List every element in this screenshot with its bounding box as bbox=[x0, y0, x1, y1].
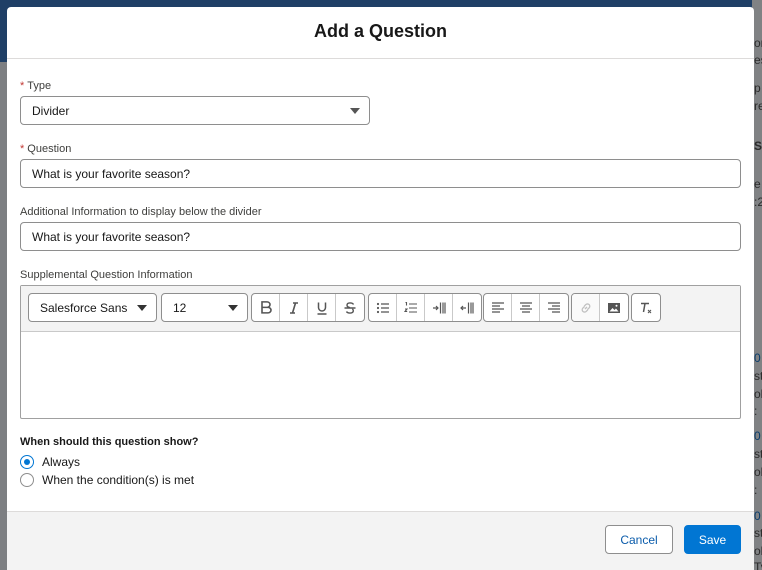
question-input[interactable] bbox=[20, 159, 741, 188]
bg-link-fragment: 0 bbox=[754, 351, 761, 365]
bg-text-fragment: or bbox=[754, 36, 762, 50]
strikethrough-icon bbox=[344, 301, 356, 314]
bg-text-fragment: :2 bbox=[754, 195, 762, 209]
bg-text-fragment: st bbox=[754, 526, 762, 540]
clear-formatting-button[interactable] bbox=[632, 294, 660, 321]
type-label-text: Type bbox=[27, 80, 52, 92]
modal-title: Add a Question bbox=[313, 21, 447, 41]
bg-text-fragment: : bbox=[754, 404, 758, 418]
cancel-button[interactable]: Cancel bbox=[605, 525, 673, 554]
rich-text-editor: Salesforce Sans 12 bbox=[20, 285, 741, 419]
align-left-icon bbox=[491, 301, 504, 313]
bulleted-list-button[interactable] bbox=[369, 294, 397, 321]
link-button[interactable] bbox=[572, 294, 600, 321]
bg-text-fragment: Type: bbox=[754, 560, 762, 570]
modal-footer: Cancel Save bbox=[7, 511, 754, 570]
additional-info-input[interactable] bbox=[20, 222, 741, 251]
visibility-section-title: When should this question show? bbox=[20, 436, 199, 448]
question-label: * Question bbox=[20, 143, 71, 155]
radio-option-always[interactable]: Always bbox=[20, 455, 80, 469]
numbered-list-button[interactable] bbox=[397, 294, 425, 321]
image-icon bbox=[608, 302, 620, 313]
align-right-icon bbox=[548, 301, 560, 313]
indent-button[interactable] bbox=[425, 294, 453, 321]
bg-text-fragment: ol bbox=[754, 465, 762, 479]
additional-info-label: Additional Information to display below … bbox=[20, 206, 262, 218]
radio-label: Always bbox=[42, 455, 81, 469]
font-family-dropdown[interactable]: Salesforce Sans bbox=[28, 293, 157, 322]
bold-button[interactable] bbox=[252, 294, 280, 321]
outdent-button[interactable] bbox=[453, 294, 481, 321]
list-indent-group bbox=[368, 293, 482, 322]
italic-icon bbox=[289, 301, 298, 314]
italic-button[interactable] bbox=[280, 294, 308, 321]
type-label: * Type bbox=[20, 80, 51, 92]
underline-icon bbox=[317, 302, 326, 315]
rich-text-body[interactable] bbox=[21, 332, 740, 418]
strikethrough-button[interactable] bbox=[336, 294, 364, 321]
rich-text-toolbar: Salesforce Sans 12 bbox=[21, 286, 740, 332]
radio-selected[interactable] bbox=[20, 455, 34, 469]
alignment-group bbox=[483, 293, 569, 322]
font-size-value: 12 bbox=[173, 300, 187, 315]
type-select[interactable]: Divider bbox=[20, 96, 370, 125]
bg-text-fragment: es bbox=[754, 53, 762, 67]
bg-text-fragment: p bbox=[754, 81, 761, 95]
bg-text-fragment: e bbox=[754, 177, 761, 191]
chevron-down-icon bbox=[350, 108, 360, 114]
chevron-down-icon bbox=[228, 305, 238, 311]
numbered-list-icon bbox=[403, 301, 417, 313]
add-question-modal: Add a Question *Type Divider *Question A… bbox=[7, 7, 754, 570]
underline-button[interactable] bbox=[308, 294, 336, 321]
bg-text-fragment: st bbox=[754, 447, 762, 461]
indent-icon bbox=[432, 302, 446, 313]
bg-link-fragment: 0 bbox=[754, 429, 761, 443]
bold-icon bbox=[260, 300, 272, 314]
font-size-dropdown[interactable]: 12 bbox=[161, 293, 248, 322]
align-left-button[interactable] bbox=[484, 294, 512, 321]
text-style-group bbox=[251, 293, 365, 322]
link-icon bbox=[581, 302, 590, 313]
radio-unselected[interactable] bbox=[20, 473, 34, 487]
align-center-button[interactable] bbox=[512, 294, 540, 321]
bg-text-fragment: ol bbox=[754, 544, 762, 558]
bg-text-fragment: : bbox=[754, 483, 758, 497]
bulleted-list-icon bbox=[376, 302, 389, 313]
save-button[interactable]: Save bbox=[684, 525, 741, 554]
question-label-text: Question bbox=[27, 143, 72, 155]
image-button[interactable] bbox=[600, 294, 628, 321]
type-select-value: Divider bbox=[32, 103, 70, 118]
clear-formatting-icon bbox=[641, 302, 652, 313]
radio-option-condition-met[interactable]: When the condition(s) is met bbox=[20, 473, 194, 487]
bg-text-fragment: S bbox=[754, 139, 762, 153]
align-right-button[interactable] bbox=[540, 294, 568, 321]
bg-text-fragment: st bbox=[754, 369, 762, 383]
required-marker: * bbox=[20, 80, 25, 92]
insert-group bbox=[571, 293, 629, 322]
clear-format-group bbox=[631, 293, 661, 322]
outdent-icon bbox=[460, 302, 474, 313]
supplemental-info-label: Supplemental Question Information bbox=[20, 269, 193, 281]
bg-text-fragment: ol bbox=[754, 387, 762, 401]
bg-link-fragment: 0 bbox=[754, 509, 761, 523]
required-marker: * bbox=[20, 143, 25, 155]
align-center-icon bbox=[519, 301, 532, 313]
bg-text-fragment: re bbox=[754, 99, 762, 113]
font-family-value: Salesforce Sans bbox=[40, 300, 128, 315]
radio-label: When the condition(s) is met bbox=[42, 473, 195, 487]
modal-header: Add a Question bbox=[7, 7, 754, 59]
chevron-down-icon bbox=[137, 305, 147, 311]
